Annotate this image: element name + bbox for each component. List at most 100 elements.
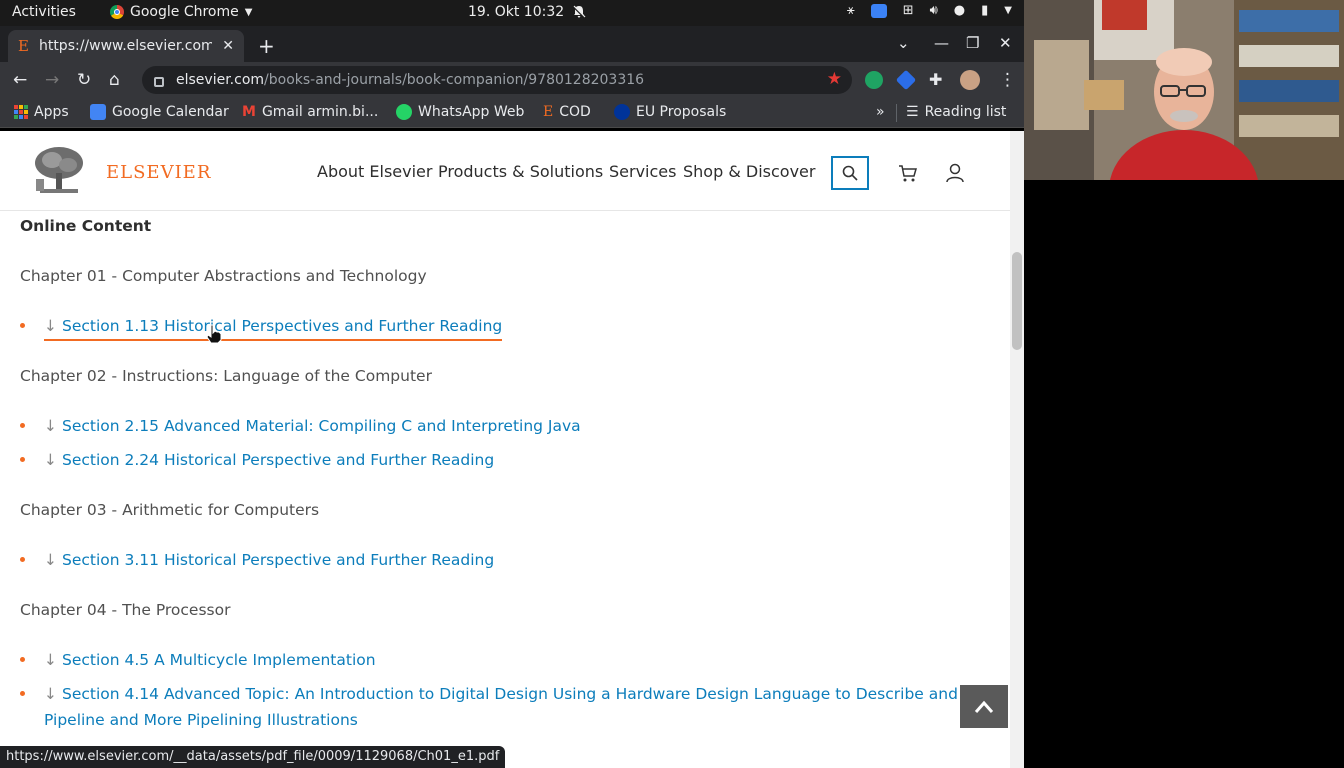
forward-button[interactable]: →: [45, 70, 59, 90]
section-link-continued[interactable]: Pipeline and More Pipelining Illustratio…: [44, 707, 358, 733]
download-arrow-icon: ↓: [44, 551, 57, 569]
activities-button[interactable]: Activities: [12, 4, 76, 20]
tab-elsevier[interactable]: E https://www.elsevier.com ✕: [8, 30, 244, 62]
bookmark-label: COD: [559, 104, 591, 120]
section-link[interactable]: ↓ Section 2.15 Advanced Material: Compili…: [44, 413, 581, 439]
section-link[interactable]: ↓ Section 4.14 Advanced Topic: An Introdu…: [44, 681, 964, 707]
section-link[interactable]: ↓ Section 4.5 A Multicycle Implementation: [44, 647, 376, 673]
chapter-title: Chapter 02 - Instructions: Language of t…: [20, 367, 432, 385]
bookmark-label: Gmail armin.bi...: [261, 104, 379, 120]
extensions-puzzle-icon[interactable]: ✚: [929, 70, 942, 89]
whatsapp-icon: [396, 104, 412, 120]
section-heading: Online Content: [20, 217, 152, 235]
notifications-off-icon: [572, 5, 586, 19]
system-tray[interactable]: ⚹ ⊞ 🔊︎ ● ▮ ▼: [847, 3, 1012, 18]
chevron-up-icon: [974, 700, 994, 713]
clock-text: 19. Okt 10:32: [468, 4, 565, 20]
extension-a-icon[interactable]: [865, 71, 883, 89]
bullet: [20, 423, 25, 428]
search-button[interactable]: [831, 156, 869, 190]
section-link[interactable]: ↓ Section 2.24 Historical Perspective and…: [44, 447, 494, 473]
download-arrow-icon: ↓: [44, 651, 57, 669]
chapter-title: Chapter 01 - Computer Abstractions and T…: [20, 267, 427, 285]
reading-list-button[interactable]: ☰ Reading list: [906, 104, 1006, 120]
bookmarks-bar: Apps Google Calendar M Gmail armin.bi...…: [0, 98, 1024, 128]
volume-icon: 🔊︎: [929, 3, 938, 18]
download-arrow-icon: ↓: [44, 417, 57, 435]
bullet: [20, 323, 25, 328]
elsevier-favicon-icon: E: [18, 37, 29, 55]
extension-blue-icon[interactable]: [895, 69, 917, 91]
reload-button[interactable]: ↻: [77, 70, 91, 90]
chrome-menu-icon[interactable]: ⋮: [999, 70, 1016, 90]
nav-about[interactable]: About Elsevier: [317, 162, 432, 181]
bookmark-cod[interactable]: E COD: [543, 104, 591, 120]
apps-grid-icon: [14, 105, 28, 119]
system-top-bar: Activities Google Chrome ▼ 19. Okt 10:32…: [0, 0, 1024, 26]
video-call-icon: [870, 3, 887, 18]
user-account-icon[interactable]: [946, 163, 964, 183]
bookmark-whatsapp[interactable]: WhatsApp Web: [396, 104, 524, 120]
download-arrow-icon: ↓: [44, 685, 57, 703]
nav-services[interactable]: Services: [609, 162, 676, 181]
elsevier-wordmark[interactable]: ELSEVIER: [106, 162, 211, 183]
reading-list-label: Reading list: [924, 104, 1007, 120]
site-header: ELSEVIER About Elsevier Products & Solut…: [0, 131, 1010, 211]
bookmarks-overflow-button[interactable]: »: [876, 104, 885, 120]
home-button[interactable]: ⌂: [109, 70, 120, 90]
bookmark-label: Apps: [34, 104, 69, 120]
bookmark-apps[interactable]: Apps: [14, 104, 69, 120]
battery-icon: ▮: [981, 3, 989, 18]
url-path: /books-and-journals/book-companion/97801…: [264, 72, 645, 88]
back-button[interactable]: ←: [13, 70, 27, 90]
bullet: [20, 691, 25, 696]
calendar-icon: [90, 104, 106, 120]
microphone-icon: ●: [953, 3, 966, 18]
url-host: elsevier.com: [176, 72, 265, 88]
section-link[interactable]: ↓ Section 3.11 Historical Perspective and…: [44, 547, 494, 573]
chapter-title: Chapter 04 - The Processor: [20, 601, 231, 619]
close-window-button[interactable]: ✕: [999, 34, 1012, 52]
gmail-icon: M: [242, 104, 256, 120]
hand-cursor-icon: [206, 324, 222, 344]
tab-search-chevron-icon[interactable]: ⌄: [897, 34, 910, 52]
bookmark-star-icon[interactable]: ★: [827, 69, 842, 89]
app-menu[interactable]: Google Chrome ▼: [110, 4, 252, 20]
reading-list-icon: ☰: [906, 104, 919, 120]
accessibility-icon: ⚹: [846, 3, 855, 18]
new-tab-button[interactable]: +: [258, 34, 275, 58]
bookmark-google-calendar[interactable]: Google Calendar: [90, 104, 229, 120]
bookmark-eu-proposals[interactable]: EU Proposals: [614, 104, 726, 120]
scroll-to-top-button[interactable]: [960, 685, 1008, 728]
profile-avatar[interactable]: [960, 70, 980, 90]
nav-products[interactable]: Products & Solutions: [438, 162, 603, 181]
network-icon: ⊞: [902, 3, 914, 18]
bookmark-gmail[interactable]: M Gmail armin.bi...: [242, 104, 378, 120]
scrollbar-thumb[interactable]: [1012, 252, 1022, 350]
download-arrow-icon: ↓: [44, 451, 57, 469]
elsevier-favicon-icon: E: [543, 104, 554, 120]
tab-strip: E https://www.elsevier.com ✕ + ⌄ — ❐ ✕: [0, 26, 1024, 62]
bookmark-label: WhatsApp Web: [418, 104, 525, 120]
page-scrollbar[interactable]: [1010, 131, 1024, 768]
address-bar[interactable]: elsevier.com/books-and-journals/book-com…: [142, 66, 852, 94]
lock-icon: [154, 77, 164, 87]
chrome-icon: [110, 5, 124, 19]
close-tab-icon[interactable]: ✕: [222, 38, 234, 54]
tab-title: https://www.elsevier.com: [38, 38, 213, 54]
nav-shop[interactable]: Shop & Discover: [683, 162, 815, 181]
minimize-button[interactable]: —: [934, 34, 949, 52]
cart-icon[interactable]: [898, 163, 918, 183]
chevron-down-icon: ▼: [1004, 5, 1012, 16]
elsevier-tree-logo-icon[interactable]: [30, 145, 88, 197]
search-icon: [842, 165, 858, 181]
bullet: [20, 457, 25, 462]
web-page: ELSEVIER About Elsevier Products & Solut…: [0, 131, 1024, 768]
maximize-button[interactable]: ❐: [966, 34, 979, 52]
bullet: [20, 557, 25, 562]
clock[interactable]: 19. Okt 10:32: [468, 4, 586, 20]
section-link[interactable]: ↓ Section 1.13 Historical Perspectives an…: [44, 313, 503, 341]
divider: [896, 104, 897, 122]
chapter-title: Chapter 03 - Arithmetic for Computers: [20, 501, 320, 519]
list-item: ↓ Section 4.14 Advanced Topic: An Introdu…: [20, 681, 970, 737]
